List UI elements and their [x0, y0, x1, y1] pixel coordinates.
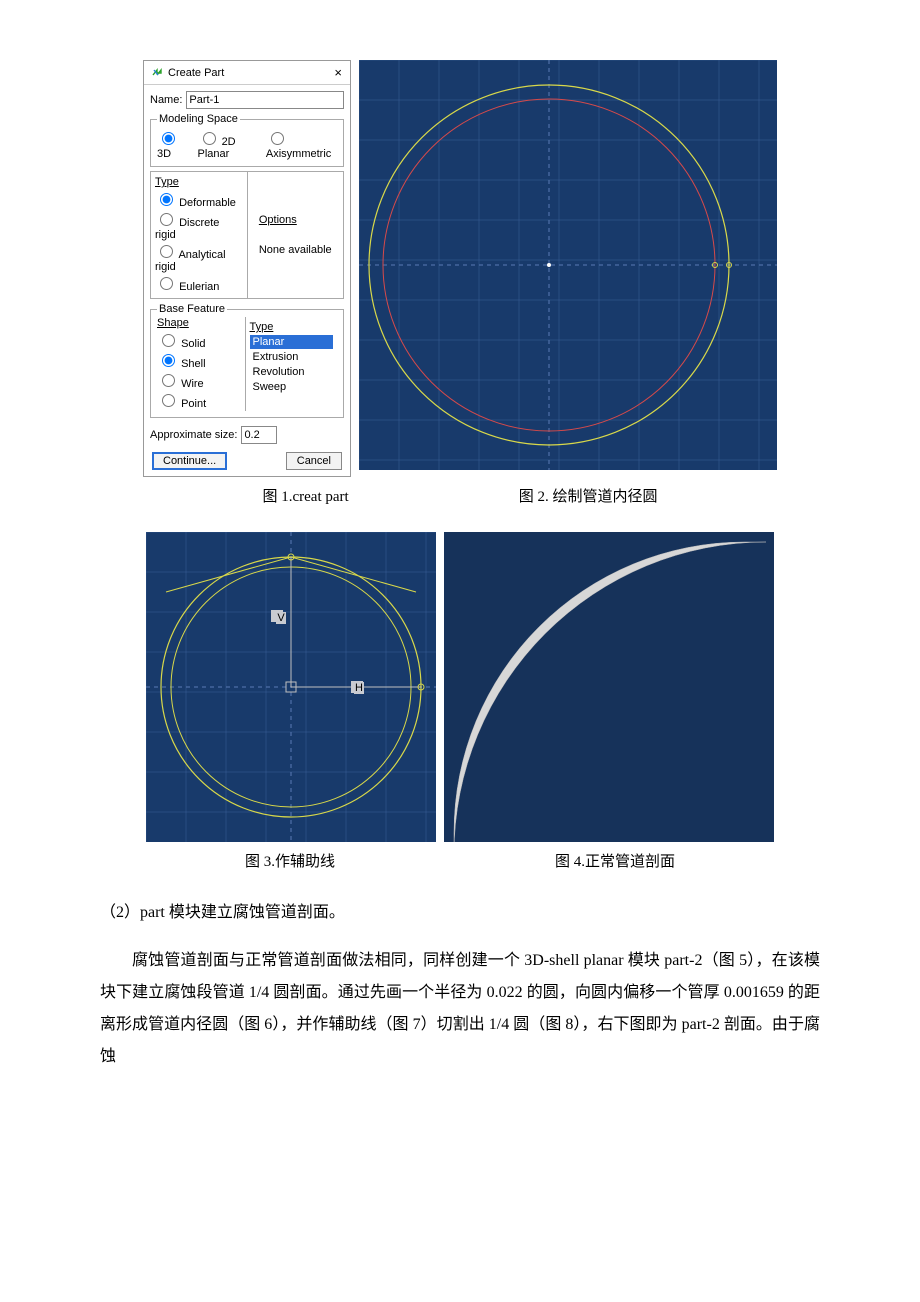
caption-row-2: 图 3.作辅助线 图 4.正常管道剖面: [40, 842, 880, 877]
body-text: （2）part 模块建立腐蚀管道剖面。 腐蚀管道剖面与正常管道剖面做法相同，同样…: [100, 897, 820, 1073]
name-field-row: Name:: [150, 91, 344, 109]
h-label: H: [354, 682, 364, 694]
name-input[interactable]: [186, 91, 344, 109]
fig3-svg: [146, 532, 436, 842]
feature-type-revolution[interactable]: Revolution: [250, 365, 334, 379]
ms-axi-label: Axisymmetric: [266, 148, 331, 160]
feature-type-extrusion[interactable]: Extrusion: [250, 350, 334, 364]
approx-size-row: Approximate size:: [150, 426, 344, 444]
shape-shell-label: Shell: [181, 358, 205, 370]
base-feature-legend: Base Feature: [157, 303, 227, 315]
fig2-svg: [359, 60, 777, 470]
type-deformable-option[interactable]: Deformable: [155, 190, 243, 209]
ms-axi-option[interactable]: Axisymmetric: [266, 129, 337, 160]
dialog-title: Create Part: [168, 67, 224, 79]
options-none: None available: [259, 244, 332, 256]
fig4-caption: 图 4.正常管道剖面: [555, 850, 675, 871]
shape-wire-option[interactable]: Wire: [157, 371, 241, 390]
feature-type-sweep[interactable]: Sweep: [250, 380, 334, 394]
v-label: V: [276, 612, 286, 624]
approx-input[interactable]: [241, 426, 277, 444]
type-eulerian-option[interactable]: Eulerian: [155, 274, 243, 293]
ms-2d-radio[interactable]: [203, 132, 216, 145]
shape-point-label: Point: [181, 398, 206, 410]
modeling-space-legend: Modeling Space: [157, 113, 240, 125]
create-part-dialog: Create Part × Name: Modeling Space 3D 2D…: [143, 60, 351, 477]
modeling-space-group: Modeling Space 3D 2D Planar Axisymmetric: [150, 113, 344, 167]
base-feature-group: Base Feature Shape Solid Shell Wire Poin…: [150, 303, 344, 418]
type-col: Type Deformable Discrete rigid Analytica…: [150, 171, 248, 299]
type-analytical-option[interactable]: Analytical rigid: [155, 242, 243, 273]
section-heading: （2）part 模块建立腐蚀管道剖面。: [100, 897, 820, 929]
dialog-body: Name: Modeling Space 3D 2D Planar Axisym…: [144, 85, 350, 452]
shape-col-title: Shape: [157, 317, 241, 329]
options-col-title: Options: [259, 214, 332, 226]
ms-axi-radio[interactable]: [271, 132, 284, 145]
type-analytical-radio[interactable]: [160, 245, 173, 258]
shape-wire-label: Wire: [181, 378, 204, 390]
shape-shell-option[interactable]: Shell: [157, 351, 241, 370]
ms-3d-option[interactable]: 3D: [157, 129, 188, 160]
section-paragraph: 腐蚀管道剖面与正常管道剖面做法相同，同样创建一个 3D-shell planar…: [100, 945, 820, 1073]
options-col: Options None available: [248, 171, 345, 299]
cancel-button[interactable]: Cancel: [286, 452, 342, 470]
dialog-titlebar: Create Part ×: [144, 61, 350, 85]
shape-solid-radio[interactable]: [162, 334, 175, 347]
caption-row-1: 图 1.creat part 图 2. 绘制管道内径圆: [40, 477, 880, 512]
fig4-svg: [444, 532, 774, 842]
fig3-caption: 图 3.作辅助线: [245, 850, 335, 871]
type-deformable-radio[interactable]: [160, 193, 173, 206]
shape-shell-radio[interactable]: [162, 354, 175, 367]
type-discrete-radio[interactable]: [160, 213, 173, 226]
type-deformable-label: Deformable: [179, 197, 236, 209]
feature-type-planar[interactable]: Planar: [250, 335, 334, 349]
shape-solid-option[interactable]: Solid: [157, 331, 241, 350]
ms-3d-radio[interactable]: [162, 132, 175, 145]
type-options-row: Type Deformable Discrete rigid Analytica…: [150, 171, 344, 299]
ms-3d-label: 3D: [157, 148, 171, 160]
feature-type-col: Type Planar Extrusion Revolution Sweep: [245, 317, 338, 411]
fig2-caption: 图 2. 绘制管道内径圆: [519, 485, 658, 506]
name-label: Name:: [150, 94, 182, 106]
figure-row-2: www.zixin.com.cn V H: [40, 532, 880, 842]
feature-type-col-title: Type: [250, 321, 334, 333]
approx-label: Approximate size:: [150, 429, 237, 441]
shape-solid-label: Solid: [181, 338, 205, 350]
figure-row-1: Create Part × Name: Modeling Space 3D 2D…: [40, 60, 880, 477]
fig1-caption: 图 1.creat part: [263, 485, 349, 506]
shape-wire-radio[interactable]: [162, 374, 175, 387]
dialog-button-row: Continue... Cancel: [144, 452, 350, 476]
shape-col: Shape Solid Shell Wire Point: [157, 317, 245, 411]
fig4-sketch-canvas: [444, 532, 774, 842]
fig3-sketch-canvas: V H: [146, 532, 436, 842]
shape-point-radio[interactable]: [162, 394, 175, 407]
type-eulerian-label: Eulerian: [179, 281, 219, 293]
close-icon[interactable]: ×: [332, 65, 344, 80]
type-eulerian-radio[interactable]: [160, 277, 173, 290]
type-discrete-option[interactable]: Discrete rigid: [155, 210, 243, 241]
arrows-icon: [150, 66, 164, 80]
fig2-sketch-canvas: [359, 60, 777, 470]
ms-2d-option[interactable]: 2D Planar: [198, 129, 256, 160]
shape-point-option[interactable]: Point: [157, 391, 241, 410]
type-col-title: Type: [155, 176, 243, 188]
continue-button[interactable]: Continue...: [152, 452, 227, 470]
